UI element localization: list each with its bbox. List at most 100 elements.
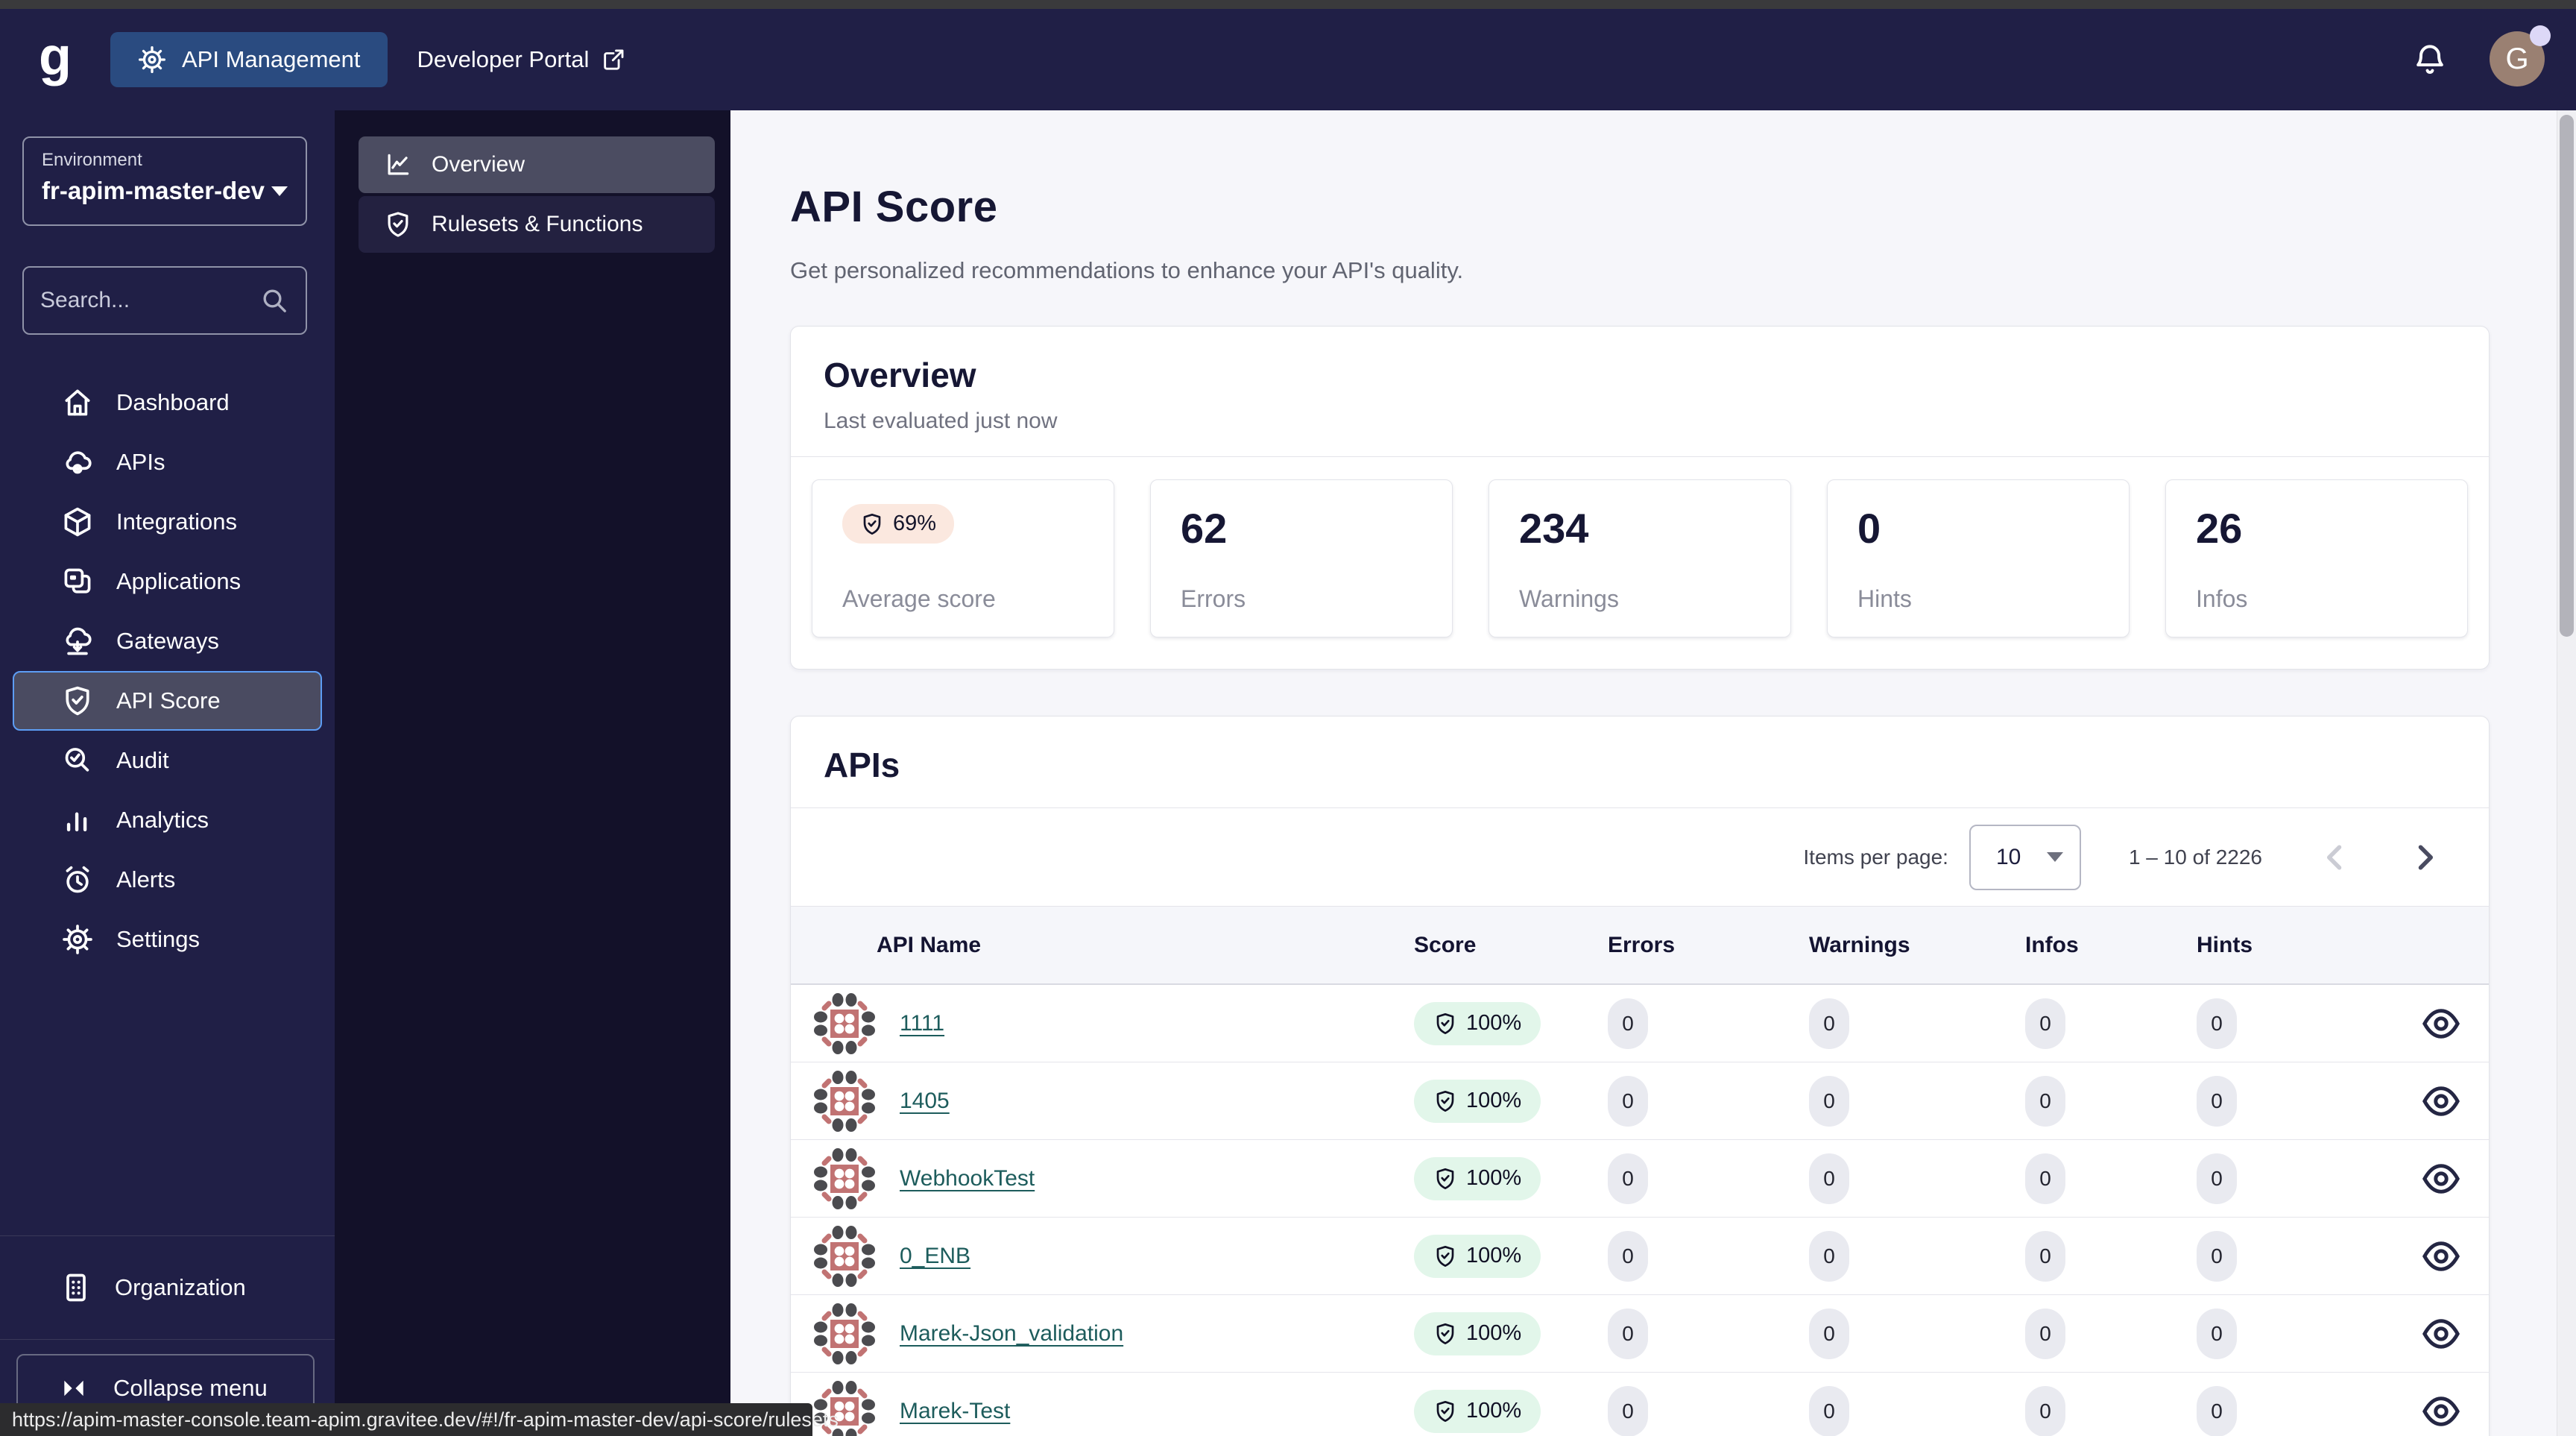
stat-card-warnings: 234 Warnings	[1489, 479, 1791, 637]
view-api-eye-icon[interactable]	[2420, 1313, 2462, 1355]
warnings-count-badge: 0	[1809, 1308, 1849, 1359]
search-icon	[259, 286, 289, 315]
sidebar-item-integrations[interactable]: Integrations	[13, 492, 322, 552]
developer-portal-label: Developer Portal	[417, 46, 590, 72]
sidebar-item-label: Settings	[116, 926, 201, 952]
stat-label: Errors	[1181, 585, 1246, 612]
stat-label: Infos	[2196, 585, 2248, 612]
api-name-link[interactable]: 0_ENB	[900, 1244, 970, 1269]
sidebar-item-settings[interactable]: Settings	[13, 910, 322, 969]
next-page-button[interactable]	[2408, 841, 2441, 874]
chevron-down-icon	[271, 186, 288, 196]
api-name-link[interactable]: 1405	[900, 1089, 950, 1114]
sidebar-item-audit[interactable]: Audit	[13, 731, 322, 790]
sidebar-item-analytics[interactable]: Analytics	[13, 790, 322, 850]
api-name-link[interactable]: 1111	[900, 1011, 944, 1036]
stat-value: 26	[2196, 505, 2243, 552]
table-row: 1111 100% 0 0 0 0	[791, 985, 2489, 1062]
sidebar-item-api-score[interactable]: API Score	[13, 671, 322, 731]
hints-count-badge: 0	[2197, 1385, 2237, 1436]
subnav-item-rulesets-functions[interactable]: Rulesets & Functions	[359, 196, 715, 253]
errors-count-badge: 0	[1608, 998, 1648, 1049]
shield-check-icon	[1433, 1322, 1457, 1346]
chevron-down-icon	[2046, 852, 2063, 862]
gear-chart-icon	[137, 45, 167, 75]
column-hints: Hints	[2197, 932, 2253, 957]
stat-card-hints: 0 Hints	[1827, 479, 2130, 637]
api-identicon-avatar	[813, 1147, 876, 1210]
view-api-eye-icon[interactable]	[2420, 1003, 2462, 1045]
sidebar-item-label: Audit	[116, 747, 169, 773]
cube-icon	[61, 506, 94, 538]
developer-portal-link[interactable]: Developer Portal	[417, 46, 627, 73]
sidebar-item-gateways[interactable]: Gateways	[13, 611, 322, 671]
api-name-link[interactable]: WebhookTest	[900, 1166, 1035, 1191]
api-identicon-avatar	[813, 1303, 876, 1365]
app-switcher-label: API Management	[181, 46, 361, 72]
window-chrome-strip	[0, 0, 2576, 9]
sidebar-item-label: Applications	[116, 568, 242, 594]
subnav-item-label: Overview	[432, 152, 525, 177]
sidebar-item-apis[interactable]: APIs	[13, 432, 322, 492]
infos-count-badge: 0	[2025, 998, 2065, 1049]
score-value: 100%	[1466, 1011, 1522, 1035]
column-warnings: Warnings	[1809, 932, 1910, 957]
score-badge: 100%	[1414, 1156, 1541, 1200]
shield-check-icon	[1433, 1089, 1457, 1113]
infos-count-badge: 0	[2025, 1075, 2065, 1127]
gear-icon	[61, 923, 94, 956]
stat-card-errors: 62 Errors	[1150, 479, 1453, 637]
sidebar-item-applications[interactable]: Applications	[13, 552, 322, 611]
infos-count-badge: 0	[2025, 1153, 2065, 1204]
shield-check-icon	[384, 210, 412, 239]
view-api-eye-icon[interactable]	[2420, 1391, 2462, 1432]
browser-status-tooltip: https://apim-master-console.team-apim.gr…	[0, 1403, 839, 1436]
scrollbar-thumb[interactable]	[2560, 115, 2574, 637]
hints-count-badge: 0	[2197, 1075, 2237, 1127]
infos-count-badge: 0	[2025, 1308, 2065, 1359]
apis-title: APIs	[824, 746, 900, 784]
search-input[interactable]	[40, 288, 259, 313]
subnav-item-overview[interactable]: Overview	[359, 136, 715, 193]
view-api-eye-icon[interactable]	[2420, 1080, 2462, 1122]
sidebar-item-dashboard[interactable]: Dashboard	[13, 373, 322, 432]
sidebar-item-organization[interactable]: Organization	[0, 1235, 335, 1340]
items-per-page-value: 10	[1995, 844, 2021, 869]
score-badge: 100%	[1414, 1389, 1541, 1433]
hints-count-badge: 0	[2197, 1230, 2237, 1282]
environment-select[interactable]: Environment fr-apim-master-dev	[22, 136, 307, 226]
collapse-arrows-icon	[60, 1374, 88, 1402]
chevron-left-icon	[2319, 841, 2352, 874]
sidebar-item-label: APIs	[116, 449, 165, 475]
user-menu[interactable]: G	[2490, 25, 2551, 88]
api-name-link[interactable]: Marek-Test	[900, 1399, 1010, 1424]
warnings-count-badge: 0	[1809, 998, 1849, 1049]
external-link-icon	[601, 47, 626, 72]
stat-card-average-score: 69% Average score	[812, 479, 1114, 637]
api-identicon-avatar	[813, 992, 876, 1055]
environment-label: Environment	[42, 150, 142, 170]
items-per-page-select[interactable]: 10	[1969, 824, 2081, 890]
column-infos: Infos	[2025, 932, 2079, 957]
overview-title: Overview	[824, 356, 976, 394]
sidebar-item-alerts[interactable]: Alerts	[13, 850, 322, 910]
hints-count-badge: 0	[2197, 1153, 2237, 1204]
score-value: 100%	[1466, 1089, 1522, 1112]
shield-check-icon	[1433, 1244, 1457, 1268]
sidebar-search[interactable]	[22, 266, 307, 335]
errors-count-badge: 0	[1608, 1308, 1648, 1359]
view-api-eye-icon[interactable]	[2420, 1158, 2462, 1200]
api-name-link[interactable]: Marek-Json_validation	[900, 1321, 1123, 1347]
notifications-bell-icon[interactable]	[2412, 42, 2448, 78]
app-switcher-api-management[interactable]: API Management	[110, 32, 388, 87]
gravitee-logo[interactable]: g	[39, 30, 72, 84]
warnings-count-badge: 0	[1809, 1230, 1849, 1282]
stat-label: Warnings	[1519, 585, 1619, 612]
main-scrollbar[interactable]	[2557, 110, 2576, 1436]
alarm-clock-icon	[61, 863, 94, 896]
previous-page-button[interactable]	[2319, 841, 2352, 874]
view-api-eye-icon[interactable]	[2420, 1235, 2462, 1277]
sidebar-item-label: Gateways	[116, 628, 219, 654]
avatar-status-dot	[2530, 25, 2551, 46]
apis-card: APIs Items per page: 10 1 – 10 of 2226 A…	[790, 716, 2490, 1436]
